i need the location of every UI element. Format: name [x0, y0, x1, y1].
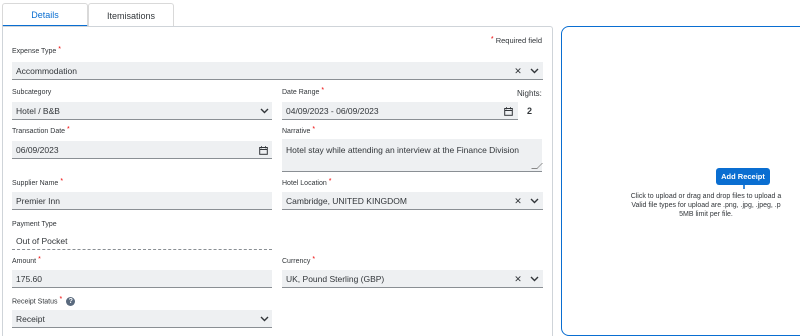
required-star: *	[60, 178, 64, 185]
subcategory-chevron-down-icon[interactable]	[258, 103, 270, 119]
narrative-label: Narrative *	[282, 126, 316, 135]
currency-label-text: Currency	[282, 258, 311, 265]
nights-label: Nights:	[517, 89, 542, 98]
subcategory-label: Subcategory	[12, 89, 52, 96]
expense-type-value: Accommodation	[16, 65, 77, 76]
tab-itemisations[interactable]: Itemisations	[88, 3, 174, 27]
required-star: *	[67, 126, 70, 133]
transaction-date-value: 06/09/2023	[16, 144, 59, 155]
tab-bar: Details Itemisations	[0, 0, 552, 27]
expense-type-select[interactable]: Accommodation	[12, 62, 543, 80]
subcategory-select[interactable]: Hotel / B&B	[12, 102, 272, 120]
hotel-location-clear-icon[interactable]: ✕	[512, 193, 524, 209]
payment-type-field: Out of Pocket	[12, 232, 272, 250]
required-star: *	[490, 36, 494, 43]
currency-label: Currency *	[282, 256, 316, 265]
required-star: *	[59, 296, 63, 304]
required-star: *	[38, 256, 41, 263]
transaction-date-label-text: Transaction Date	[12, 128, 66, 135]
narrative-textarea[interactable]: Hotel stay while attending an interview …	[282, 139, 543, 172]
date-range-input[interactable]: 04/09/2023 - 06/09/2023	[282, 102, 518, 120]
required-star: *	[312, 126, 316, 133]
supplier-name-value: Premier Inn	[16, 195, 60, 206]
amount-value: 175.60	[16, 273, 42, 284]
date-range-value: 04/09/2023 - 06/09/2023	[286, 105, 379, 116]
hotel-location-label-text: Hotel Location	[282, 180, 327, 187]
narrative-label-text: Narrative	[282, 128, 311, 135]
hotel-location-label: Hotel Location *	[282, 178, 332, 187]
payment-type-value: Out of Pocket	[16, 235, 68, 246]
upload-instructions: Click to upload or drag and drop files t…	[612, 192, 800, 219]
required-star: *	[328, 178, 332, 185]
help-icon[interactable]: ?	[66, 297, 76, 306]
supplier-name-label-text: Supplier Name	[12, 180, 59, 187]
upload-instructions-line: Click to upload or drag and drop files t…	[630, 193, 782, 200]
receipt-status-label-text: Receipt Status	[12, 298, 58, 306]
transaction-date-input[interactable]: 06/09/2023	[12, 141, 272, 159]
transaction-date-label: Transaction Date *	[12, 126, 70, 135]
hotel-location-select[interactable]: Cambridge, UNITED KINGDOM	[282, 192, 543, 210]
nights-value: 2	[527, 106, 533, 116]
currency-chevron-down-icon[interactable]	[528, 271, 540, 287]
amount-label-text: Amount	[12, 258, 37, 265]
hotel-location-value: Cambridge, UNITED KINGDOM	[286, 195, 407, 206]
required-field-text: Required field	[495, 36, 542, 45]
receipt-status-value: Receipt	[16, 313, 45, 324]
payment-type-label: Payment Type	[12, 221, 57, 228]
currency-clear-icon[interactable]: ✕	[512, 271, 524, 287]
receipt-status-chevron-down-icon[interactable]	[258, 311, 270, 327]
expense-type-label: Expense Type *	[12, 46, 61, 55]
calendar-icon[interactable]	[256, 142, 270, 158]
currency-select[interactable]: UK, Pound Sterling (GBP)	[282, 270, 543, 288]
required-field-note: * Required field	[489, 36, 542, 45]
subcategory-value: Hotel / B&B	[16, 105, 60, 116]
expense-type-label-text: Expense Type	[12, 48, 57, 55]
required-star: *	[312, 256, 316, 263]
currency-value: UK, Pound Sterling (GBP)	[286, 273, 385, 284]
resize-handle-icon[interactable]	[531, 163, 543, 169]
expense-type-clear-icon[interactable]: ✕	[512, 63, 524, 79]
receipt-status-label: Receipt Status *?	[12, 296, 76, 306]
amount-input[interactable]: 175.60	[12, 270, 272, 288]
hotel-location-chevron-down-icon[interactable]	[528, 193, 540, 209]
expense-type-chevron-down-icon[interactable]	[528, 63, 540, 79]
date-range-label-text: Date Range	[282, 89, 320, 96]
tab-details[interactable]: Details	[2, 3, 88, 27]
supplier-name-label: Supplier Name *	[12, 178, 64, 187]
required-star: *	[58, 46, 61, 53]
required-star: *	[321, 87, 325, 94]
upload-instructions-line: 5MB limit per file.	[679, 211, 733, 218]
receipt-status-select[interactable]: Receipt	[12, 310, 272, 328]
calendar-icon[interactable]	[501, 103, 515, 119]
narrative-value: Hotel stay while attending an interview …	[286, 145, 519, 155]
supplier-name-input[interactable]: Premier Inn	[12, 192, 272, 210]
date-range-label: Date Range *	[282, 87, 325, 96]
add-receipt-button[interactable]: Add Receipt	[716, 168, 770, 185]
upload-instructions-line: Valid file types for upload are .png, .j…	[631, 202, 781, 209]
amount-label: Amount *	[12, 256, 41, 265]
